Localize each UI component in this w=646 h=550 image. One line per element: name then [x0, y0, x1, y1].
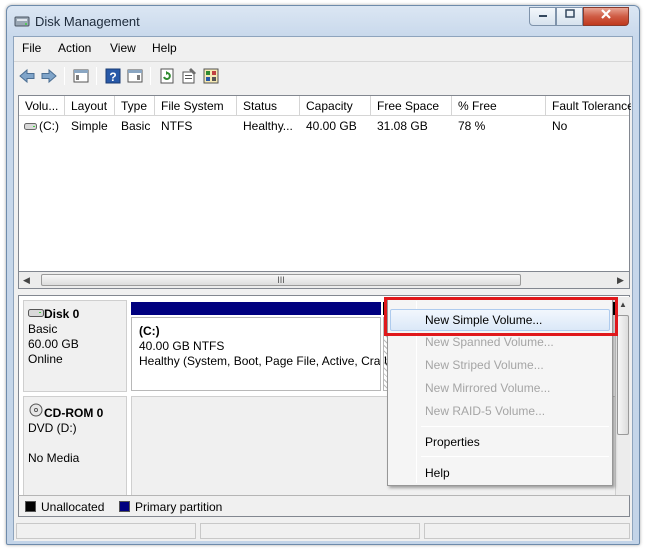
cdrom-icon — [29, 403, 43, 417]
disk-0-label[interactable]: Disk 0 Basic 60.00 GB Online — [23, 300, 127, 392]
volume-list-header: Volu... Layout Type File System Status C… — [19, 96, 631, 116]
minimize-button[interactable] — [529, 7, 556, 26]
cell-type: Basic — [121, 119, 151, 133]
cell-capacity: 40.00 GB — [306, 119, 357, 133]
disk-management-icon — [14, 16, 30, 27]
menu-bar: File Action View Help — [14, 37, 632, 59]
forward-arrow-icon[interactable] — [40, 67, 58, 85]
partition-status: Healthy (System, Boot, Page File, Active… — [139, 354, 381, 368]
cell-layout: Simple — [71, 119, 108, 133]
menu-view[interactable]: View — [110, 41, 136, 55]
column-header-percent-free[interactable]: % Free — [452, 96, 546, 116]
legend-primary-label: Primary partition — [135, 500, 223, 514]
highlight-annotation — [384, 297, 618, 336]
disk-0-state: Online — [28, 352, 63, 366]
back-arrow-icon[interactable] — [18, 67, 36, 85]
status-panel — [424, 523, 630, 539]
scroll-up-icon[interactable]: ▲ — [619, 300, 627, 309]
menu-separator — [421, 456, 609, 457]
column-header-status[interactable]: Status — [237, 96, 300, 116]
menu-properties[interactable]: Properties — [390, 431, 610, 453]
help-icon[interactable]: ? — [104, 67, 122, 85]
menu-help-item[interactable]: Help — [390, 462, 610, 484]
horizontal-scrollbar[interactable]: ◀ III ▶ — [18, 272, 630, 289]
cell-volume: (C:) — [39, 119, 59, 133]
column-header-free-space[interactable]: Free Space — [371, 96, 452, 116]
primary-partition-bar — [131, 302, 381, 315]
disk-0-kind: Basic — [28, 322, 58, 336]
menu-action[interactable]: Action — [58, 41, 91, 55]
column-header-capacity[interactable]: Capacity — [300, 96, 371, 116]
legend-swatch-unallocated — [25, 501, 36, 512]
menu-new-mirrored-volume[interactable]: New Mirrored Volume... — [390, 377, 610, 399]
refresh-icon[interactable] — [158, 67, 176, 85]
action-pane-icon[interactable] — [126, 67, 144, 85]
window-title: Disk Management — [35, 14, 140, 29]
cdrom-0-kind: DVD (D:) — [28, 421, 77, 435]
menu-new-striped-volume[interactable]: New Striped Volume... — [390, 354, 610, 376]
console-tree-icon[interactable] — [72, 67, 90, 85]
cdrom-0-label[interactable]: CD-ROM 0 DVD (D:) No Media — [23, 396, 127, 502]
partition-name: (C:) — [139, 324, 160, 338]
properties-icon[interactable] — [180, 67, 198, 85]
volume-list: Volu... Layout Type File System Status C… — [18, 95, 631, 272]
column-header-file-system[interactable]: File System — [155, 96, 237, 116]
svg-text:?: ? — [109, 70, 116, 84]
partition-c[interactable]: (C:) 40.00 GB NTFS Healthy (System, Boot… — [131, 317, 381, 391]
cdrom-0-state: No Media — [28, 451, 80, 465]
menu-file[interactable]: File — [22, 41, 41, 55]
toolbar-separator — [96, 67, 97, 85]
vertical-scrollbar-thumb[interactable] — [617, 315, 629, 435]
cdrom-0-size — [28, 436, 126, 451]
volume-row[interactable]: (C:) Simple Basic NTFS Healthy... 40.00 … — [19, 118, 629, 136]
column-header-layout[interactable]: Layout — [65, 96, 115, 116]
toolbar-separator — [64, 67, 65, 85]
scroll-left-icon[interactable]: ◀ — [23, 275, 30, 286]
hard-disk-icon — [28, 309, 44, 317]
maximize-icon — [564, 9, 575, 18]
minimize-icon — [538, 15, 547, 17]
close-icon — [601, 9, 611, 19]
close-button[interactable] — [583, 7, 629, 26]
legend-swatch-primary — [119, 501, 130, 512]
legend-bar: Unallocated Primary partition — [18, 495, 630, 517]
menu-help[interactable]: Help — [152, 41, 177, 55]
status-panel — [200, 523, 420, 539]
disk-0-title: Disk 0 — [44, 307, 80, 321]
column-header-fault-tolerance[interactable]: Fault Tolerance — [546, 96, 631, 116]
menu-new-raid5-volume[interactable]: New RAID-5 Volume... — [390, 400, 610, 422]
partition-size: 40.00 GB NTFS — [139, 339, 225, 353]
scrollbar-thumb[interactable]: III — [41, 274, 521, 286]
column-header-volume[interactable]: Volu... — [19, 96, 65, 116]
cell-fault-tolerance: No — [552, 119, 568, 133]
toolbar-separator — [150, 67, 151, 85]
cell-status: Healthy... — [243, 119, 293, 133]
toolbar: ? — [14, 61, 632, 89]
cell-file-system: NTFS — [161, 119, 193, 133]
title-bar[interactable]: Disk Management — [7, 6, 639, 36]
column-header-type[interactable]: Type — [115, 96, 155, 116]
rescan-disks-icon[interactable] — [202, 67, 220, 85]
status-panel — [16, 523, 196, 539]
disk-0-size: 60.00 GB — [28, 337, 79, 351]
status-bar — [14, 521, 632, 541]
cdrom-0-title: CD-ROM 0 — [44, 406, 104, 420]
legend-unallocated-label: Unallocated — [41, 500, 105, 514]
cell-percent-free: 78 % — [458, 119, 486, 133]
menu-separator — [421, 426, 609, 427]
maximize-button[interactable] — [556, 7, 583, 26]
scroll-right-icon[interactable]: ▶ — [617, 275, 624, 286]
cell-free-space: 31.08 GB — [377, 119, 428, 133]
